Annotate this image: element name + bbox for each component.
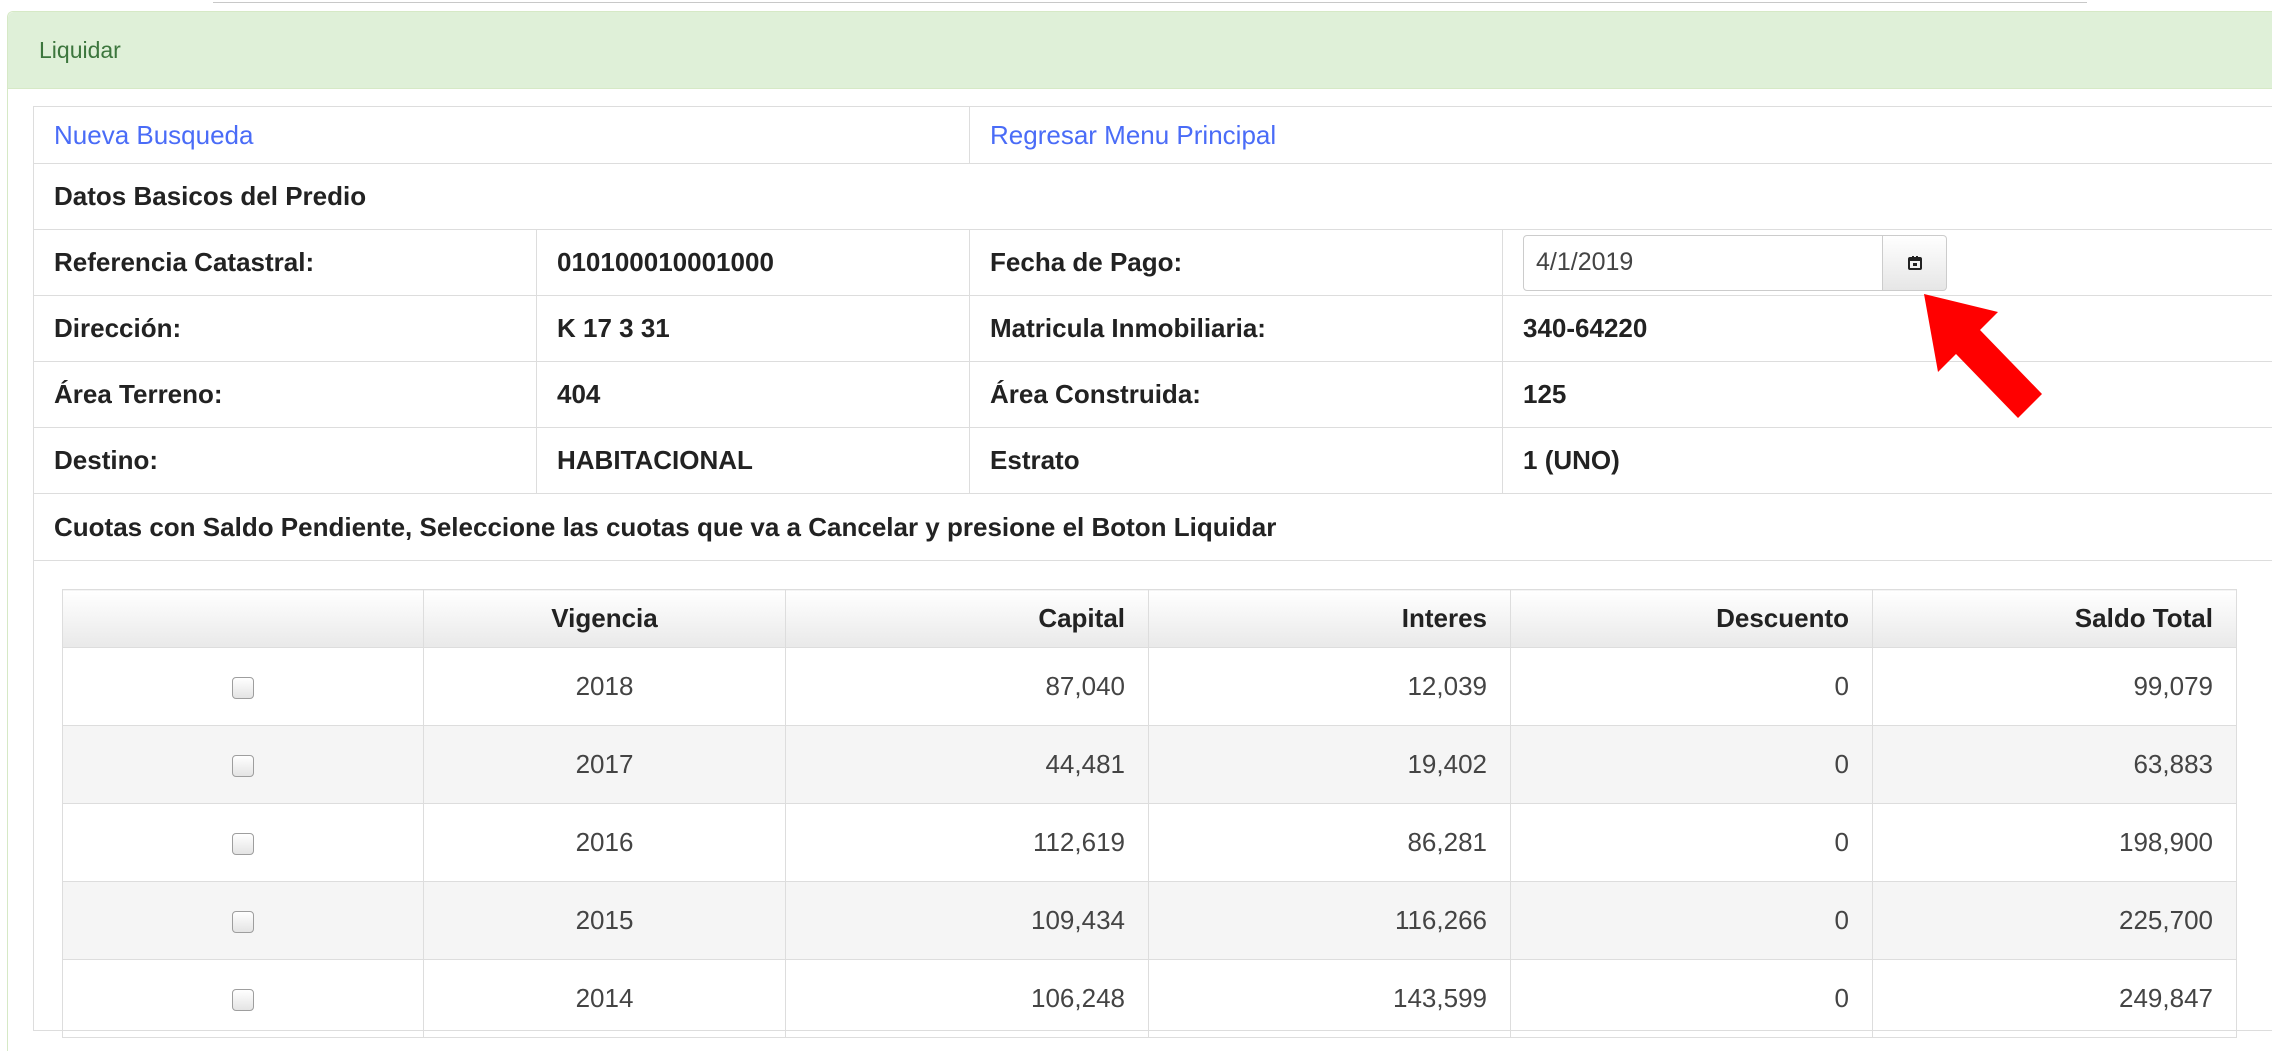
saldo-total-cell: 99,079 (1873, 648, 2237, 726)
destino-value: HABITACIONAL (537, 428, 970, 494)
header-interes: Interes (1149, 590, 1511, 648)
interes-cell: 116,266 (1149, 882, 1511, 960)
calendar-button[interactable] (1883, 235, 1947, 291)
descuento-cell: 0 (1511, 804, 1873, 882)
estrato-label: Estrato (970, 428, 1503, 494)
descuento-cell: 0 (1511, 648, 1873, 726)
destino-label: Destino: (34, 428, 537, 494)
nueva-busqueda-link[interactable]: Nueva Busqueda (54, 120, 253, 150)
cuotas-instruction: Cuotas con Saldo Pendiente, Seleccione l… (34, 494, 2272, 561)
row-checkbox[interactable] (232, 911, 254, 933)
cuotas-table: Vigencia Capital Interes Descuento Saldo… (62, 589, 2237, 1038)
calendar-icon (1906, 254, 1924, 272)
interes-cell: 86,281 (1149, 804, 1511, 882)
predio-row: Destino: HABITACIONAL Estrato 1 (UNO) (34, 428, 2272, 494)
saldo-total-cell: 198,900 (1873, 804, 2237, 882)
capital-cell: 106,248 (786, 960, 1149, 1038)
saldo-total-cell: 225,700 (1873, 882, 2237, 960)
cuotas-instruction-row: Cuotas con Saldo Pendiente, Seleccione l… (34, 494, 2272, 561)
estrato-value: 1 (UNO) (1503, 428, 2272, 494)
interes-cell: 19,402 (1149, 726, 1511, 804)
vigencia-cell: 2017 (424, 726, 786, 804)
table-row: 2018 87,040 12,039 0 99,079 (63, 648, 2237, 726)
red-arrow-annotation (1910, 286, 2050, 426)
table-row: 2014 106,248 143,599 0 249,847 (63, 960, 2237, 1038)
section-title-row: Datos Basicos del Predio (34, 164, 2272, 230)
fecha-pago-input[interactable] (1523, 235, 1883, 291)
row-checkbox[interactable] (232, 833, 254, 855)
interes-cell: 143,599 (1149, 960, 1511, 1038)
table-row: 2016 112,619 86,281 0 198,900 (63, 804, 2237, 882)
direccion-value: K 17 3 31 (537, 296, 970, 362)
header-capital: Capital (786, 590, 1149, 648)
panel-title: Liquidar (8, 12, 2272, 89)
saldo-total-cell: 63,883 (1873, 726, 2237, 804)
descuento-cell: 0 (1511, 726, 1873, 804)
vigencia-cell: 2015 (424, 882, 786, 960)
vigencia-cell: 2014 (424, 960, 786, 1038)
matricula-value: 340-64220 (1503, 296, 2272, 362)
fecha-pago-field (1521, 235, 2272, 291)
interes-cell: 12,039 (1149, 648, 1511, 726)
capital-cell: 87,040 (786, 648, 1149, 726)
links-row: Nueva Busqueda Regresar Menu Principal (34, 107, 2272, 164)
table-row: 2015 109,434 116,266 0 225,700 (63, 882, 2237, 960)
ref-catastral-value: 010100010001000 (537, 230, 970, 296)
descuento-cell: 0 (1511, 882, 1873, 960)
area-terreno-label: Área Terreno: (34, 362, 537, 428)
area-construida-label: Área Construida: (970, 362, 1503, 428)
capital-cell: 44,481 (786, 726, 1149, 804)
row-checkbox[interactable] (232, 989, 254, 1011)
header-descuento: Descuento (1511, 590, 1873, 648)
row-checkbox[interactable] (232, 755, 254, 777)
table-row: 2017 44,481 19,402 0 63,883 (63, 726, 2237, 804)
fecha-pago-label: Fecha de Pago: (970, 230, 1503, 296)
matricula-label: Matricula Inmobiliaria: (970, 296, 1503, 362)
area-construida-value: 125 (1503, 362, 2272, 428)
vigencia-cell: 2016 (424, 804, 786, 882)
capital-cell: 109,434 (786, 882, 1149, 960)
section-title: Datos Basicos del Predio (34, 164, 2272, 230)
saldo-total-cell: 249,847 (1873, 960, 2237, 1038)
vigencia-cell: 2018 (424, 648, 786, 726)
cuotas-table-wrap: Vigencia Capital Interes Descuento Saldo… (62, 589, 2236, 1038)
header-select (63, 590, 424, 648)
area-terreno-value: 404 (537, 362, 970, 428)
regresar-menu-link[interactable]: Regresar Menu Principal (990, 120, 1276, 150)
cuotas-header-row: Vigencia Capital Interes Descuento Saldo… (63, 590, 2237, 648)
header-vigencia: Vigencia (424, 590, 786, 648)
row-checkbox[interactable] (232, 677, 254, 699)
top-divider (213, 2, 2087, 3)
capital-cell: 112,619 (786, 804, 1149, 882)
descuento-cell: 0 (1511, 960, 1873, 1038)
header-saldo-total: Saldo Total (1873, 590, 2237, 648)
direccion-label: Dirección: (34, 296, 537, 362)
ref-catastral-label: Referencia Catastral: (34, 230, 537, 296)
